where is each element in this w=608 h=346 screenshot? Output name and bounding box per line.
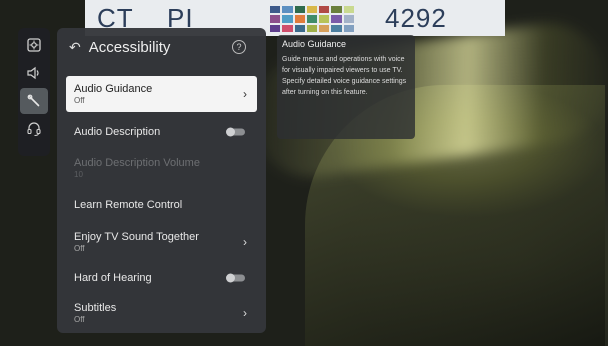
menu-item-label: Audio Description Volume (74, 157, 200, 169)
color-swatch (270, 15, 281, 23)
menu-item-label: Learn Remote Control (74, 199, 183, 211)
help-icon[interactable]: ? (232, 40, 246, 54)
picture-settings-icon[interactable] (20, 32, 48, 58)
color-swatch (306, 24, 318, 32)
color-swatch (343, 15, 354, 23)
color-swatch (331, 24, 342, 32)
color-swatch (331, 15, 342, 23)
color-swatch (294, 24, 305, 32)
menu-item-subtitles[interactable]: Subtitles Off › (66, 295, 257, 331)
menu-item-label: Hard of Hearing (74, 272, 152, 284)
color-swatch (319, 6, 330, 14)
menu-item-learn-remote-control[interactable]: Learn Remote Control (66, 187, 257, 223)
toggle-switch-off[interactable] (226, 127, 245, 137)
menu-item-label: Audio Guidance (74, 83, 153, 95)
toggle-switch-off[interactable] (226, 273, 245, 283)
menu-item-value: Off (74, 96, 85, 105)
menu-item-audio-description[interactable]: Audio Description (66, 114, 257, 150)
menu-item-enjoy-tv-sound-together[interactable]: Enjoy TV Sound Together Off › (66, 224, 257, 260)
color-swatch (319, 15, 330, 23)
menu-item-audio-description-volume: Audio Description Volume 10 (66, 150, 257, 186)
chevron-right-icon: › (243, 306, 247, 320)
chevron-right-icon: › (243, 235, 247, 249)
background-sheet-number: 4292 (385, 3, 447, 33)
menu-item-label: Subtitles (74, 302, 117, 314)
color-swatch (306, 15, 318, 23)
menu-item-value: Off (74, 315, 85, 324)
color-swatch (270, 24, 281, 32)
settings-category-bar (18, 28, 50, 156)
sound-icon[interactable] (20, 60, 48, 86)
info-card-title: Audio Guidance (282, 39, 347, 49)
menu-item-label: Audio Description (74, 126, 161, 138)
info-card-description: Guide menus and operations with voice fo… (282, 56, 407, 96)
panel-title: Accessibility (88, 38, 171, 56)
menu-item-value: Off (74, 244, 85, 253)
color-swatch (294, 6, 305, 14)
accessibility-panel: ↶ Accessibility ? Audio Guidance Off › A… (57, 28, 266, 333)
chevron-right-icon: › (243, 87, 247, 101)
headset-support-icon[interactable] (20, 116, 48, 142)
background-color-swatches (270, 6, 354, 32)
panel-header: ↶ Accessibility ? (57, 28, 266, 66)
color-swatch (319, 24, 330, 32)
color-swatch (343, 24, 354, 32)
menu-item-value: 10 (74, 170, 83, 179)
color-swatch (306, 6, 318, 14)
menu-item-audio-guidance[interactable]: Audio Guidance Off › (66, 76, 257, 112)
info-card: Audio Guidance Guide menus and operation… (277, 35, 415, 139)
color-swatch (282, 24, 293, 32)
back-arrow-icon[interactable]: ↶ (69, 39, 81, 56)
color-swatch (343, 6, 354, 14)
menu-item-label: Enjoy TV Sound Together (74, 231, 199, 243)
color-swatch (331, 6, 342, 14)
color-swatch (282, 15, 293, 23)
color-swatch (294, 15, 305, 23)
color-swatch (270, 6, 281, 14)
wrench-icon[interactable] (20, 88, 48, 114)
color-swatch (282, 6, 293, 14)
menu-item-hard-of-hearing[interactable]: Hard of Hearing (66, 260, 257, 296)
